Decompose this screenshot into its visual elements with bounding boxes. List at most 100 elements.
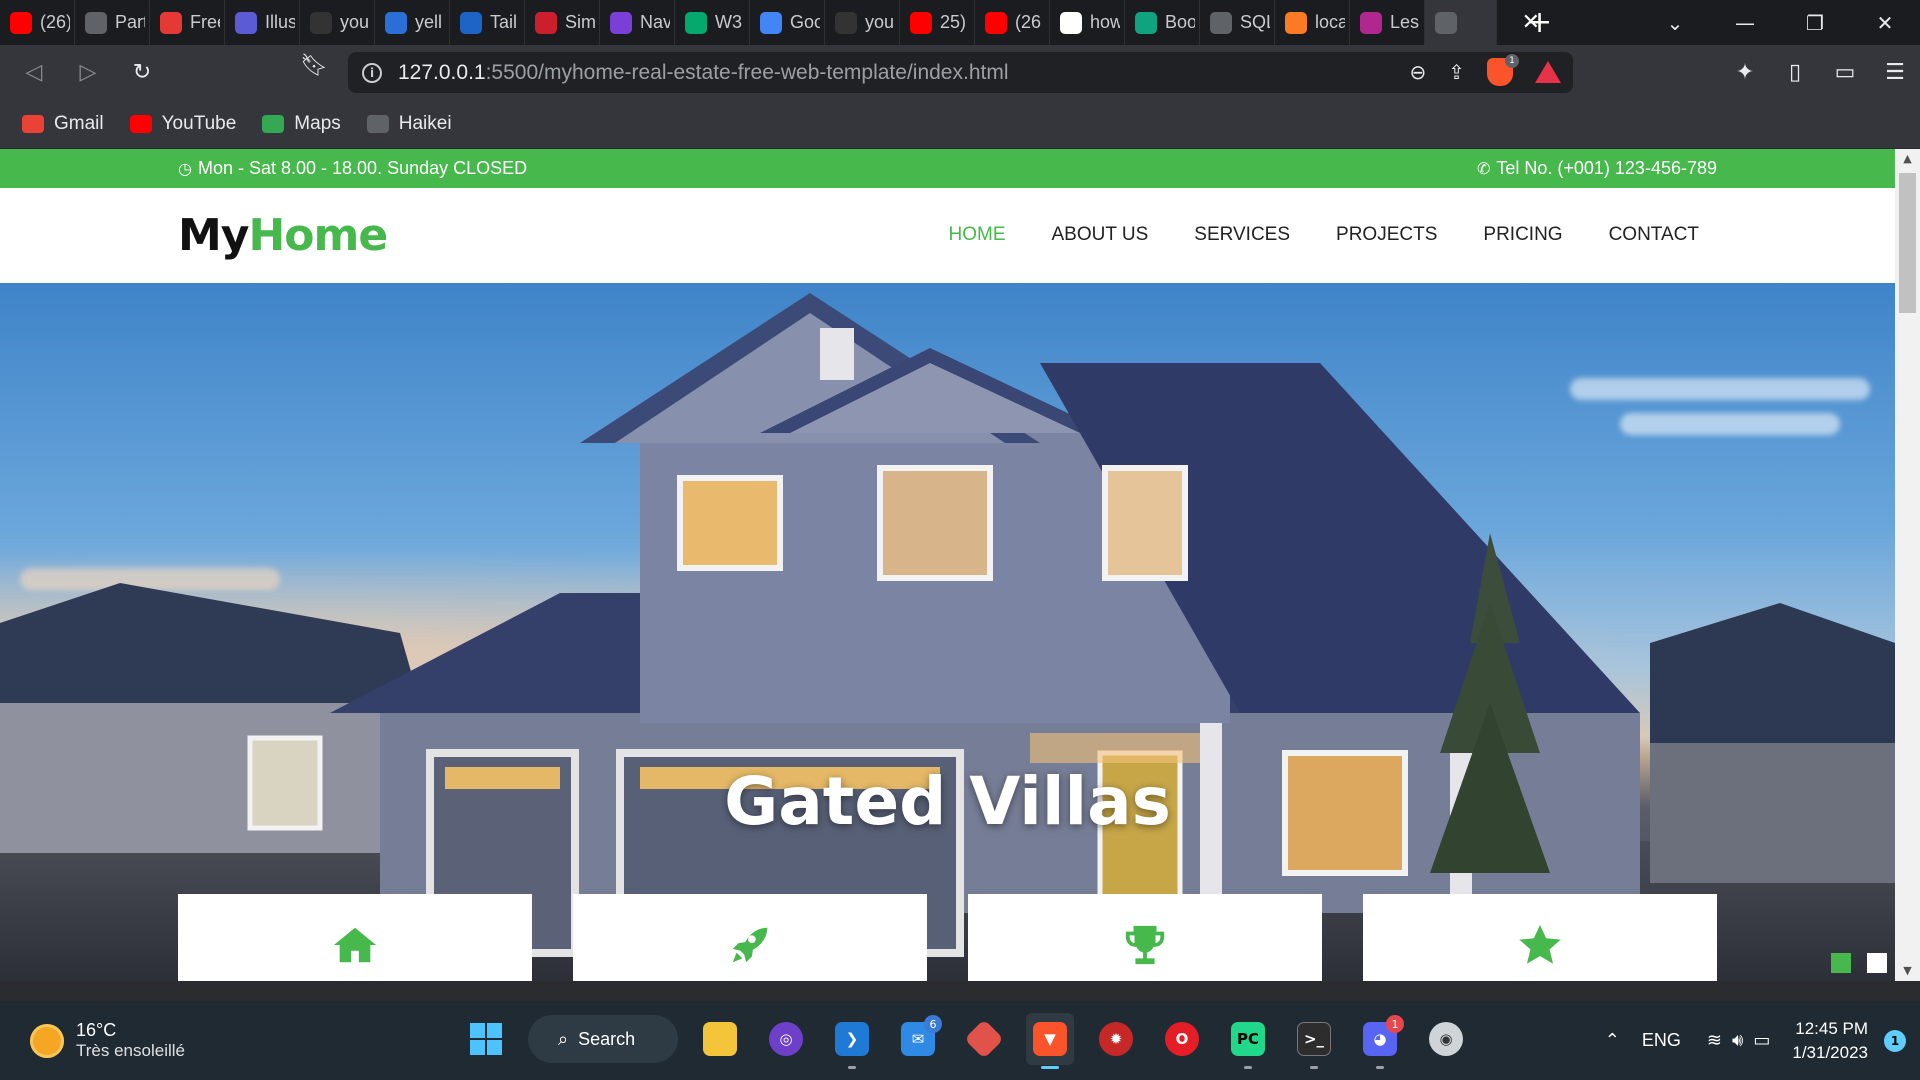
nav-pricing[interactable]: PRICING (1483, 224, 1562, 246)
browser-tab[interactable]: Nav (600, 0, 675, 45)
porch-light (1030, 733, 1200, 763)
taskbar-search[interactable]: ⌕ Search (528, 1015, 678, 1063)
brave-app[interactable]: ▼ (1026, 1013, 1074, 1069)
clock-time: 12:45 PM (1795, 1018, 1868, 1038)
url-text[interactable]: 127.0.0.1:5500/myhome-real-estate-free-w… (398, 61, 1009, 85)
notification-badge[interactable]: 1 (1884, 1029, 1906, 1052)
nav-services[interactable]: SERVICES (1194, 224, 1290, 246)
bookmark-icon[interactable]: 🔖︎ (300, 53, 328, 78)
scroll-thumb[interactable] (1899, 173, 1916, 313)
clock[interactable]: 12:45 PM 1/31/2023 (1792, 1017, 1868, 1065)
feature-card-star[interactable] (1363, 894, 1717, 981)
forward-button[interactable]: ▷ (68, 53, 108, 93)
share-icon[interactable]: ⇪ (1448, 60, 1465, 84)
volume-icon[interactable]: 🔊︎ (1732, 1030, 1743, 1051)
tab-title: Free (190, 12, 220, 32)
chevron-up-icon[interactable]: ⌃ (1605, 1030, 1620, 1051)
info-topbar: ◷ Mon - Sat 8.00 - 18.00. Sunday CLOSED … (0, 149, 1895, 188)
close-window-button[interactable]: ✕ (1850, 11, 1920, 35)
opera-app[interactable]: O (1158, 1013, 1206, 1065)
file-explorer-app[interactable] (696, 1013, 744, 1065)
bookmark-item[interactable]: Haikei (366, 113, 452, 135)
terminal-app[interactable]: >_ (1290, 1013, 1338, 1069)
feature-card-home[interactable] (178, 894, 532, 981)
browser-tab[interactable]: Part (75, 0, 150, 45)
nav-projects[interactable]: PROJECTS (1336, 224, 1437, 246)
discord-app[interactable]: ◕ 1 (1356, 1013, 1404, 1069)
wifi-icon[interactable]: ≋ (1707, 1030, 1722, 1051)
scroll-up-arrow[interactable]: ▲ (1895, 149, 1920, 169)
sidebar-icon[interactable]: ▯ (1770, 60, 1820, 85)
hero-slider[interactable]: Gated Villas (0, 283, 1895, 981)
brave-rewards-icon[interactable] (1535, 61, 1561, 83)
extensions-icon[interactable]: ✦ (1720, 60, 1770, 85)
browser-tab[interactable]: (26) (0, 0, 75, 45)
git-icon (964, 1019, 1004, 1059)
slider-dot-2[interactable] (1867, 953, 1887, 973)
gmail-icon (22, 115, 44, 133)
right-roof (1650, 603, 1895, 743)
tab-search-icon[interactable]: ⌄ (1640, 11, 1710, 35)
minimize-button[interactable]: — (1710, 11, 1780, 35)
wallet-icon[interactable]: ▭ (1820, 60, 1870, 85)
close-tab-icon[interactable]: ✕ (1522, 10, 1540, 35)
start-button[interactable] (462, 1013, 510, 1065)
feature-card-trophy[interactable] (968, 894, 1322, 981)
nav-contact[interactable]: CONTACT (1609, 224, 1699, 246)
browser-tab[interactable]: ✕ (1425, 0, 1540, 45)
browser-tab[interactable]: Boo (1125, 0, 1200, 45)
weather-widget[interactable]: 16°C Très ensoleillé (30, 1020, 185, 1061)
system-tray: ⌃ ENG ≋ 🔊︎ ▭ 12:45 PM 1/31/2023 1 (1605, 1001, 1920, 1080)
back-button[interactable]: ◁ (14, 53, 54, 93)
browser-tab[interactable]: Sim (525, 0, 600, 45)
zoom-icon[interactable]: ⊖ (1409, 60, 1426, 84)
address-bar[interactable]: i 127.0.0.1:5500/myhome-real-estate-free… (348, 52, 1573, 93)
browser-tab[interactable]: Free (150, 0, 225, 45)
youtube-icon (910, 11, 932, 34)
simple-icon (535, 11, 557, 34)
browser-tab[interactable]: how (1050, 0, 1125, 45)
github-desktop-app[interactable]: ◎ (762, 1013, 810, 1065)
browser-tab[interactable]: Goo (750, 0, 825, 45)
site-logo[interactable]: MyHome (178, 210, 388, 261)
browser-tab[interactable]: 25) (900, 0, 975, 45)
browser-tab[interactable]: Les (1350, 0, 1425, 45)
sun-icon (30, 1023, 64, 1058)
browser-tab[interactable]: you (825, 0, 900, 45)
slider-dots (1831, 953, 1887, 973)
nav-home[interactable]: HOME (949, 224, 1006, 246)
left-roof (0, 583, 420, 703)
browser-tab[interactable]: Illus (225, 0, 300, 45)
nav-about-us[interactable]: ABOUT US (1052, 224, 1149, 246)
slider-dot-1[interactable] (1831, 953, 1851, 973)
taskbar-apps: ⌕ Search ◎ ❯ ✉ 6 ▼ ✹ O PC >_ ◕ 1 ◉ (462, 1013, 1470, 1069)
site-navbar: MyHome HOME ABOUT US SERVICES PROJECTS P… (0, 188, 1895, 283)
language-indicator[interactable]: ENG (1642, 1030, 1681, 1051)
menu-icon[interactable]: ☰ (1870, 60, 1920, 85)
bookmark-item[interactable]: Maps (262, 113, 341, 135)
browser-tab[interactable]: yell (375, 0, 450, 45)
youtube-icon (10, 11, 32, 34)
battery-icon[interactable]: ▭ (1753, 1030, 1770, 1051)
bookmark-item[interactable]: YouTube (129, 113, 236, 135)
brave-shields-icon[interactable]: 1 (1487, 54, 1519, 86)
page-scrollbar[interactable]: ▲ ▼ (1895, 149, 1920, 981)
browser-tab[interactable]: loca (1275, 0, 1350, 45)
browser-tab[interactable]: Tail (450, 0, 525, 45)
mail-app[interactable]: ✉ 6 (894, 1013, 942, 1065)
browser-tab[interactable]: SQL (1200, 0, 1275, 45)
scroll-down-arrow[interactable]: ▼ (1895, 961, 1920, 981)
site-info-icon[interactable]: i (362, 62, 382, 83)
browser-tab[interactable]: W3 (675, 0, 750, 45)
pycharm-app[interactable]: PC (1224, 1013, 1272, 1069)
reload-button[interactable]: ↻ (122, 53, 162, 93)
feature-card-rocket[interactable] (573, 894, 927, 981)
restore-button[interactable]: ❐ (1780, 11, 1850, 35)
vscode-app[interactable]: ❯ (828, 1013, 876, 1069)
avast-app[interactable]: ✹ (1092, 1013, 1140, 1065)
extra-app[interactable]: ◉ (1422, 1013, 1470, 1065)
browser-tab[interactable]: you (300, 0, 375, 45)
bookmark-item[interactable]: Gmail (22, 113, 104, 135)
browser-tab[interactable]: (26 (975, 0, 1050, 45)
git-app[interactable] (960, 1013, 1008, 1065)
